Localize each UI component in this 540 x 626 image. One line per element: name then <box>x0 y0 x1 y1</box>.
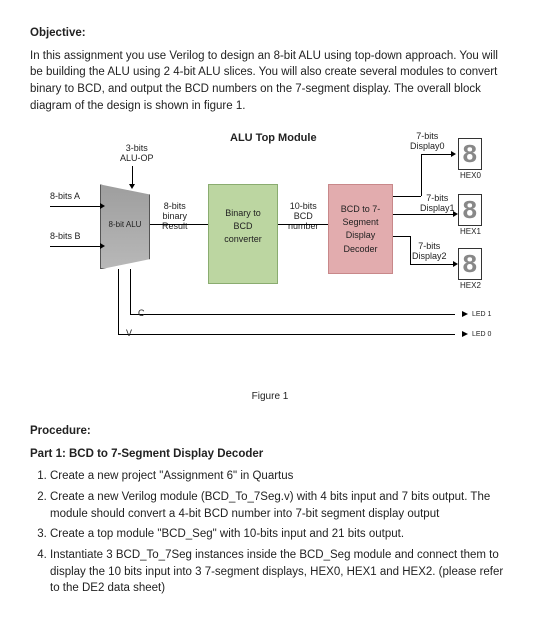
list-item: Create a top module "BCD_Seg" with 10-bi… <box>50 526 510 543</box>
arrow-a <box>50 206 100 207</box>
arrow-d0 <box>421 154 451 155</box>
wire-v1 <box>118 269 119 334</box>
list-item: Instantiate 3 BCD_To_7Seg instances insi… <box>50 547 510 597</box>
wire-d0a <box>393 196 421 197</box>
list-item: Create a new Verilog module (BCD_To_7Seg… <box>50 489 510 522</box>
label-aluop: 3-bits ALU-OP <box>120 144 154 164</box>
wire-c2 <box>130 314 455 315</box>
label-hex1: HEX1 <box>460 226 481 238</box>
wire-d2a <box>393 236 410 237</box>
label-binres: 8-bits binary Result <box>162 202 188 232</box>
label-led0: LED 0 <box>472 330 491 340</box>
wire-c1 <box>130 269 131 314</box>
label-disp1: 7-bits Display1 <box>420 194 455 214</box>
arrow-d1 <box>393 214 453 215</box>
arrow-bcdnum <box>278 224 328 225</box>
block-diagram: ALU Top Module 3-bits ALU-OP 8-bit ALU 8… <box>30 124 510 384</box>
seg7-hex1 <box>458 194 482 226</box>
label-hex2: HEX2 <box>460 280 481 292</box>
part1-heading: Part 1: BCD to 7-Segment Display Decoder <box>30 446 510 463</box>
diagram-title: ALU Top Module <box>230 132 317 144</box>
block-bcddec: BCD to 7- Segment Display Decoder <box>328 184 393 274</box>
procedure-steps: Create a new project "Assignment 6" in Q… <box>30 468 510 597</box>
objective-text: In this assignment you use Verilog to de… <box>30 48 510 115</box>
label-bcdnum: 10-bits BCD number <box>288 202 319 232</box>
label-a: 8-bits A <box>50 192 80 202</box>
arrow-d2 <box>410 264 453 265</box>
list-item: Create a new project "Assignment 6" in Q… <box>50 468 510 485</box>
objective-heading: Objective: <box>30 25 510 42</box>
procedure-heading: Procedure: <box>30 423 510 440</box>
led0-icon <box>462 331 468 337</box>
label-led1: LED 1 <box>472 310 491 320</box>
arrow-binres <box>150 224 208 225</box>
block-bin2bcd: Binary to BCD converter <box>208 184 278 284</box>
label-bin2bcd: Binary to BCD converter <box>224 208 262 244</box>
led1-icon <box>462 311 468 317</box>
seg7-hex0 <box>458 138 482 170</box>
label-disp2: 7-bits Display2 <box>412 242 447 262</box>
arrow-aluop <box>132 166 133 184</box>
label-b: 8-bits B <box>50 232 81 242</box>
wire-v2 <box>118 334 455 335</box>
wire-d0b <box>421 154 422 196</box>
label-hex0: HEX0 <box>460 170 481 182</box>
figure-caption: Figure 1 <box>30 390 510 405</box>
wire-d2b <box>410 236 411 264</box>
label-bcddec: BCD to 7- Segment Display Decoder <box>341 204 381 253</box>
label-c: C <box>138 309 145 319</box>
label-disp0: 7-bits Display0 <box>410 132 445 152</box>
arrow-b <box>50 246 100 247</box>
seg7-hex2 <box>458 248 482 280</box>
label-alu: 8-bit ALU <box>103 221 147 230</box>
label-v: V <box>126 329 132 339</box>
